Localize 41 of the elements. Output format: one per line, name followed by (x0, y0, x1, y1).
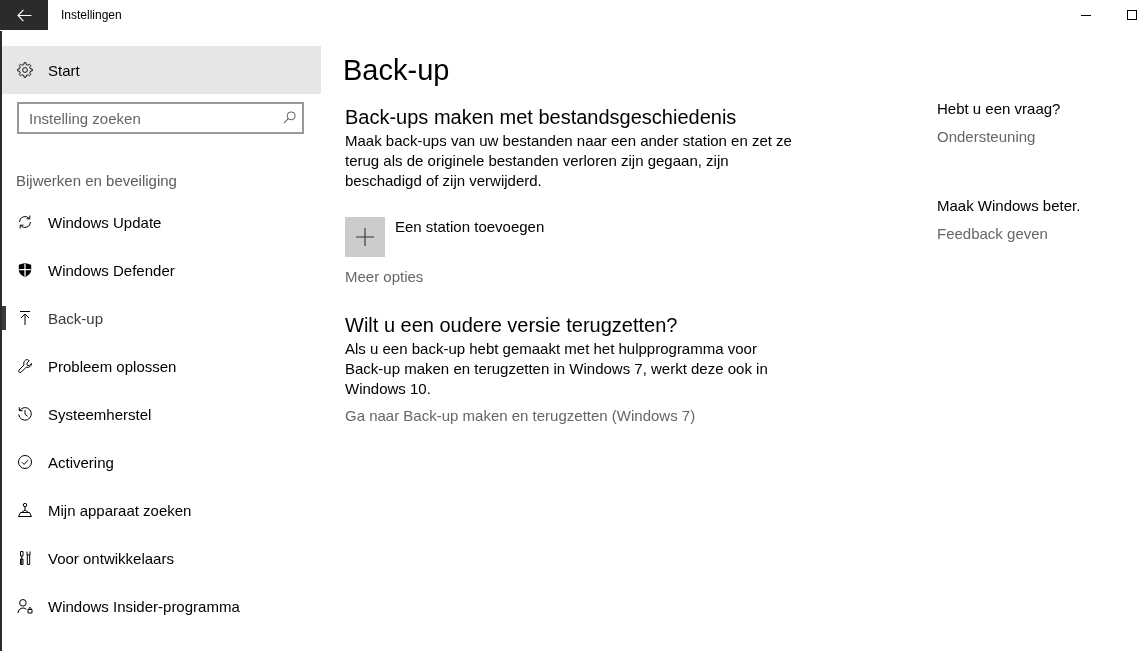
sync-icon (17, 214, 33, 230)
page-title: Back-up (343, 53, 450, 88)
nav-item[interactable]: Windows Insider-programma (2, 582, 321, 630)
search-icon[interactable] (283, 111, 296, 124)
nav-item[interactable]: Windows Update (2, 198, 321, 246)
minimize-icon (1081, 15, 1091, 16)
nav-item[interactable]: Probleem oplossen (2, 342, 321, 390)
nav-item[interactable]: Activering (2, 438, 321, 486)
back-arrow-icon (16, 8, 32, 22)
description-text: Als u een back-up hebt gemaakt met het hulpprogramma voor Back-up maken en terugzetten in Windows 7, werkt deze ook in Windows 10. (345, 339, 769, 399)
history-icon (17, 406, 33, 422)
section-heading: Back-ups maken met bestandsgeschiedenis (345, 105, 737, 130)
wrench-icon (17, 358, 33, 374)
text-link[interactable]: Meer opties (345, 267, 424, 287)
section-label: Bijwerken en beveiliging (16, 171, 177, 191)
shield-icon (17, 262, 33, 278)
back-button[interactable] (0, 0, 48, 30)
gear-icon (17, 62, 33, 78)
selection-indicator (2, 306, 6, 330)
add-drive-button[interactable]: Een station toevoegen (345, 217, 545, 257)
tools-icon (17, 550, 33, 566)
description-text: Maak back-ups van uw bestanden naar een ander station en zet ze terug als de originele bestanden verloren zijn gegaan, zijn beschadigd of zijn verwijderd. (345, 131, 793, 191)
nav-item[interactable]: Mijn apparaat zoeken (2, 486, 321, 534)
search-field[interactable]: Instelling zoeken (17, 102, 304, 134)
upload-icon (17, 310, 33, 326)
text-link[interactable]: Ga naar Back-up maken en terugzetten (Windows 7) (345, 406, 696, 426)
plus-icon (345, 217, 385, 257)
nav-item[interactable]: Windows Defender (2, 246, 321, 294)
aside-heading: Hebt u een vraag? (937, 99, 1061, 119)
person-lock-icon (17, 598, 33, 614)
text-link[interactable]: Feedback geven (937, 224, 1048, 244)
section-heading: Wilt u een oudere versie terugzetten? (345, 313, 678, 338)
nav-item[interactable]: Voor ontwikkelaars (2, 534, 321, 582)
maximize-icon (1127, 10, 1137, 20)
pin-on-stand-icon (17, 502, 33, 518)
aside-heading: Maak Windows beter. (937, 196, 1081, 216)
text-link[interactable]: Ondersteuning (937, 127, 1036, 147)
nav-item[interactable]: Systeemherstel (2, 390, 321, 438)
window-title: Instellingen (61, 7, 122, 24)
nav-item[interactable]: Back-up (2, 294, 321, 342)
home-button[interactable]: Start (2, 46, 321, 94)
